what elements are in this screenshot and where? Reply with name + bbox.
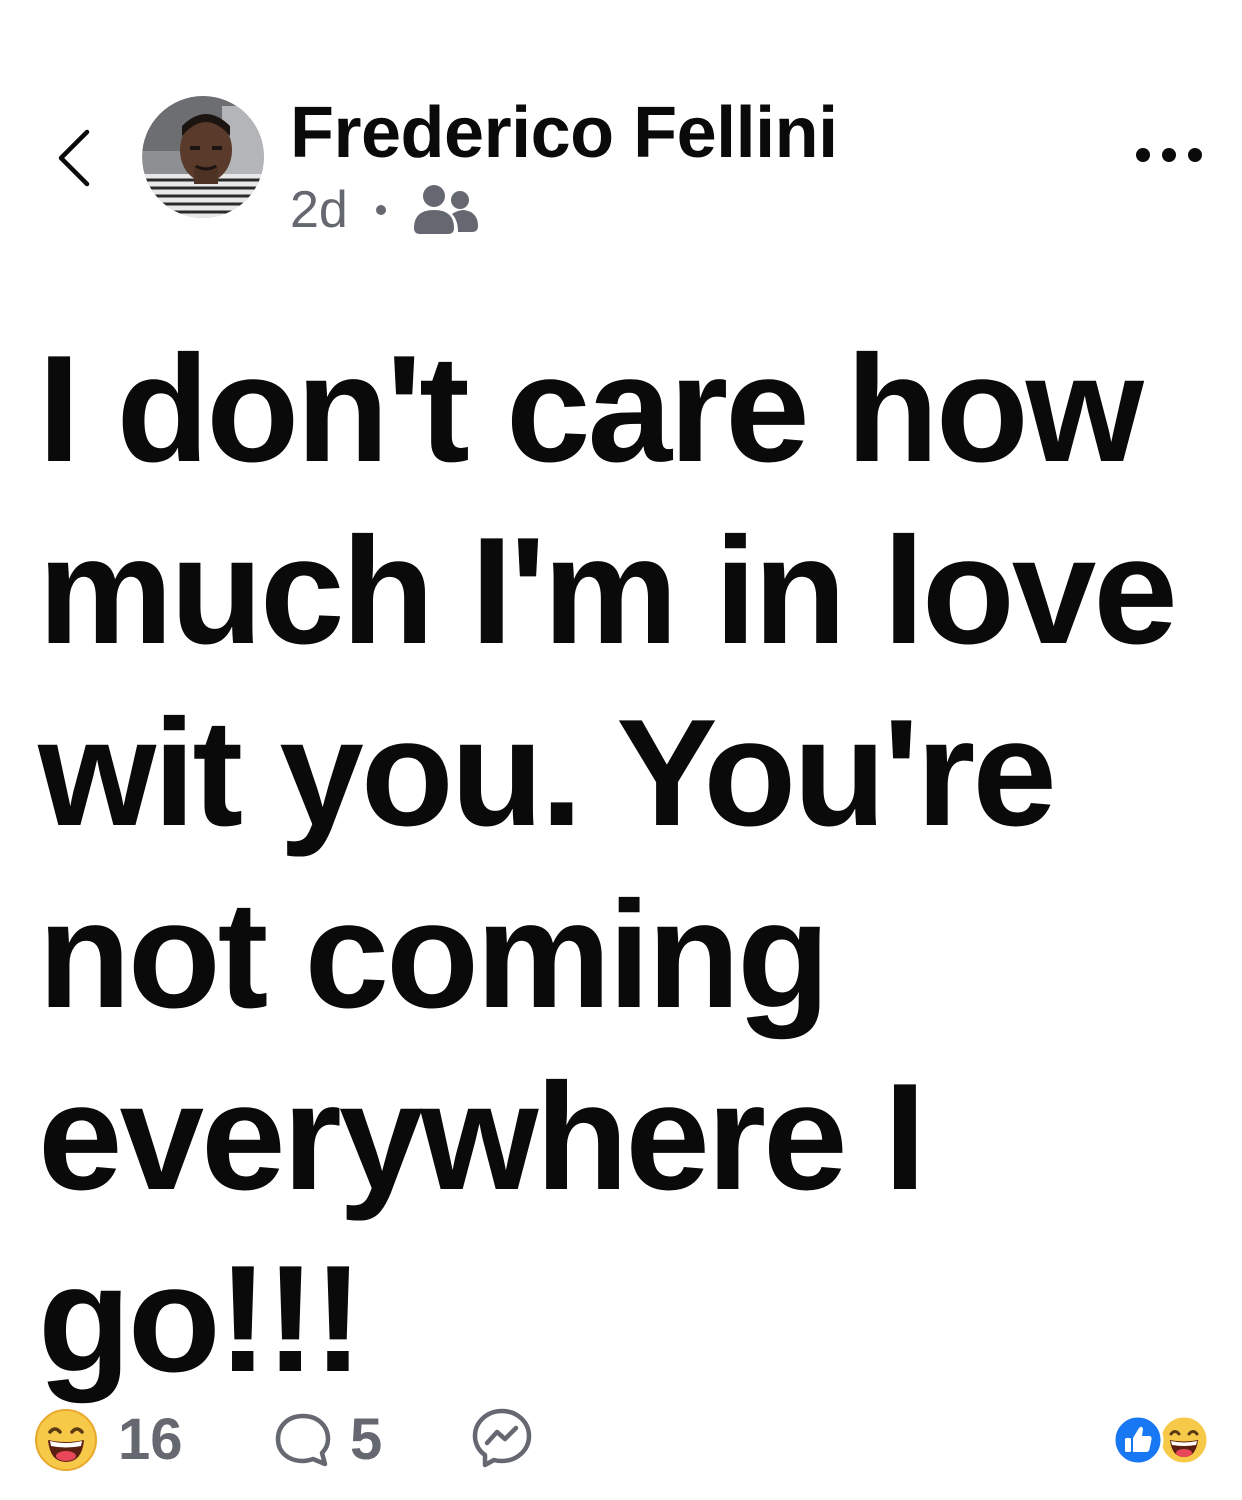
reaction-count: 16 (118, 1407, 183, 1472)
author-name[interactable]: Frederico Fellini (290, 88, 838, 178)
messenger-share-button[interactable] (470, 1406, 534, 1470)
avatar-image (142, 96, 264, 218)
friends-icon[interactable] (412, 182, 480, 238)
back-button[interactable] (44, 118, 104, 198)
like-reaction-icon (1112, 1414, 1164, 1466)
post-footer: 16 5 (34, 1400, 1210, 1480)
haha-emoji-icon (35, 1409, 97, 1471)
haha-reaction-icon (1158, 1414, 1210, 1466)
author-avatar[interactable] (142, 96, 264, 218)
comment-icon (275, 1413, 331, 1467)
meta-separator-dot (375, 205, 386, 215)
dot (1162, 148, 1176, 162)
dot (1188, 148, 1202, 162)
messenger-icon (472, 1408, 532, 1468)
reaction-count-button[interactable]: 16 (34, 1404, 183, 1476)
more-options-button[interactable] (1136, 130, 1202, 180)
reaction-summary[interactable] (1112, 1410, 1210, 1470)
comment-count: 5 (350, 1407, 383, 1472)
chevron-left-icon (58, 129, 90, 187)
comment-button[interactable]: 5 (274, 1404, 382, 1476)
post-meta: 2d (290, 178, 480, 242)
dot (1136, 148, 1150, 162)
post-time: 2d (290, 181, 348, 239)
post-text: I don't care how much I'm in love wit yo… (38, 324, 1215, 1404)
